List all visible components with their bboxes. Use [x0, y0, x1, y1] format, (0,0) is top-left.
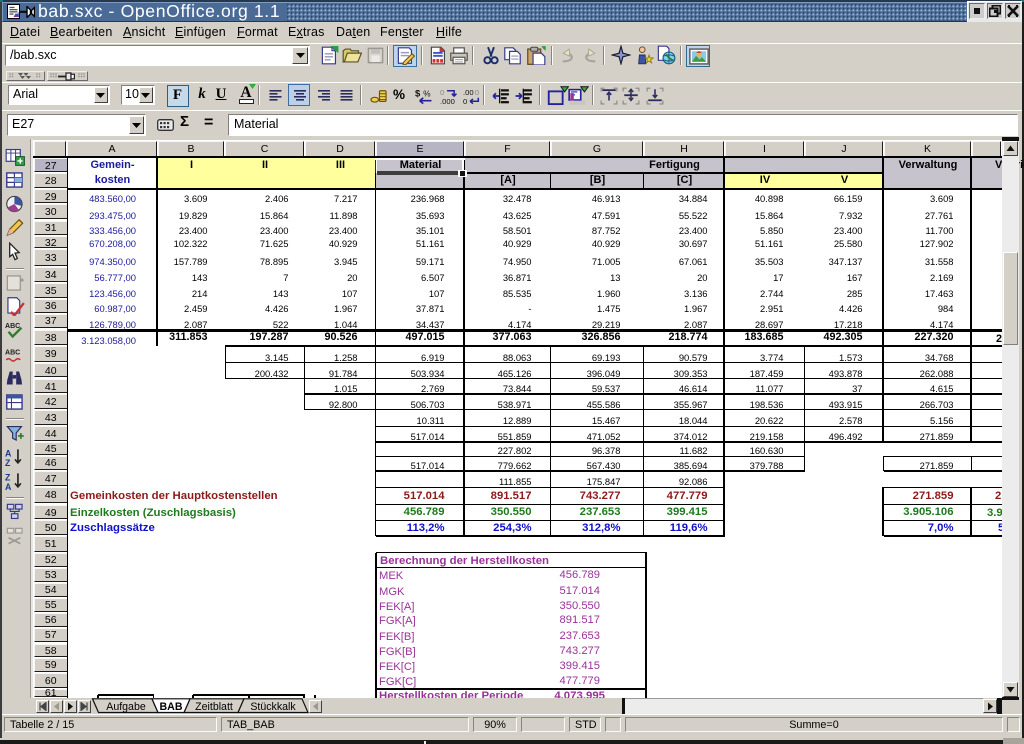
- svg-text:%: %: [423, 90, 431, 99]
- svg-text:$: $: [415, 88, 421, 99]
- svg-text:.000: .000: [440, 97, 455, 105]
- svg-text:0: 0: [475, 88, 479, 97]
- svg-text:ABC: ABC: [5, 350, 20, 357]
- svg-text:.00: .00: [463, 88, 474, 97]
- svg-text:A: A: [5, 482, 12, 491]
- svg-text:0: 0: [440, 88, 444, 97]
- svg-text:0: 0: [463, 97, 467, 105]
- svg-text:Z: Z: [5, 458, 11, 467]
- svg-text:ABC: ABC: [5, 324, 20, 331]
